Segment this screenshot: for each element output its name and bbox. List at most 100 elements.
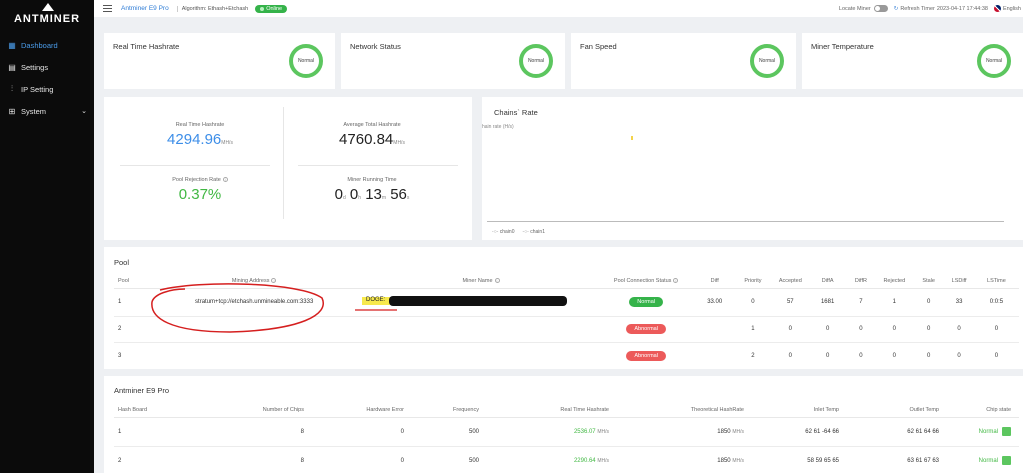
status-badge: Normal [629,297,664,307]
card-title: Real Time Hashrate [113,42,180,51]
column-header: Rejected [875,274,914,289]
runtime-seconds: 56 [390,186,407,203]
cell-priority: 1 [734,316,772,343]
hashrate-value: 2290.64 [573,457,596,464]
column-header: Hash Board [114,403,174,418]
algorithm-label: Algorithm: Ethash+Etchash [176,5,248,12]
uk-flag-icon[interactable] [993,5,1001,12]
cell-realtime-hashrate: 2290.64 MH/s [479,446,609,473]
sidebar-item-label: Settings [21,62,49,72]
sidebar-item-ip-setting[interactable]: ⫶ IP Setting [0,78,94,100]
legend-item-chain1[interactable]: chain1 [522,229,545,235]
column-header-label: Mining Address [231,277,270,284]
cell-inlet-temp: 62 61 -64 66 [744,417,839,447]
stat-unit: s [406,195,410,201]
hashrate-value: 1850 [717,457,731,464]
status-badge: Abnormal [626,350,666,361]
cell-rejected: 0 [875,316,914,343]
table-row: 1 8 0 500 2536.07 MH/s 1850 MH/s 62 61 -… [114,417,1019,447]
column-header[interactable]: Miner Name ↕ [364,274,598,289]
hashrate-unit: MH/s [597,428,609,435]
stat-unit: h [358,195,362,201]
column-header-label: Miner Name [462,277,493,284]
hashrate-unit: MH/s [732,428,744,435]
card-network-status: Network Status Normal [341,33,565,89]
cell-board: 1 [114,417,174,447]
cell-diffa: 0 [809,316,847,343]
column-header: Diff [695,274,735,289]
column-header-label: Pool Connection Status [613,277,672,284]
boards-header-row: Hash Board Number of Chips Hardware Erro… [114,403,1019,418]
cell-lstime: 0:0:5 [973,288,1019,317]
chart-x-axis [487,221,1004,222]
column-header: Outlet Temp [839,403,939,418]
sidebar-item-dashboard[interactable]: ▦ Dashboard [0,34,94,56]
cell-address [143,342,364,369]
antminer-logo: ANTMINER [0,0,94,30]
stats-divider [283,107,284,219]
chip-state-icon[interactable] [1002,427,1011,436]
redaction-scribble [389,296,567,306]
table-row: 2 Abnormal 1 0 0 0 0 0 0 0 [114,316,1019,343]
cell-diff [695,342,734,369]
sliders-icon: ⫶ [11,84,13,93]
table-row: 2 8 0 500 2290.64 MH/s 1850 MH/s 58 59 6… [114,446,1019,473]
hashrate-unit: MH/s [597,457,609,464]
refresh-icon[interactable]: ↻ [894,6,899,12]
info-icon[interactable]: i [673,277,679,283]
column-header: LSTime [973,274,1019,289]
pool-header-row: Pool Mining Address ↕ Miner Name ↕ Pool Co… [114,274,1019,289]
info-icon[interactable]: i [222,177,228,182]
column-header[interactable]: Mining Address ↕ [143,274,365,289]
hashrate-unit: MH/s [732,457,744,464]
cell-theoretical-hashrate: 1850 MH/s [609,417,744,447]
column-header: Chip state [939,403,1019,418]
refresh-timer-label[interactable]: Refresh Timer [900,6,935,12]
timestamp: 2023-04-17 17:44:38 [936,5,988,12]
card-miner-temperature: Miner Temperature Normal [802,33,1023,89]
column-header: Accepted [771,274,810,289]
column-header[interactable]: Pool Connection Status i [597,274,696,289]
cell-frequency: 500 [468,457,479,464]
stat-realtime-hashrate: Real Time Hashrate 4294.96MH/s [140,122,260,148]
locate-miner-toggle[interactable] [873,5,888,12]
status-ring-label: Normal [985,58,1003,64]
cell-status: Normal [597,288,696,317]
cell-frequency: 500 [404,417,479,447]
stat-running-time: Miner Running Time 0d 0h 13m 56s [312,177,432,203]
stat-label: Real Time Hashrate [175,122,225,128]
stats-card [104,97,472,240]
legend-item-chain0[interactable]: chain0 [492,229,515,235]
language-select[interactable]: English [1003,6,1021,12]
stats-divider [120,165,270,166]
cell-priority: 2 [751,352,755,359]
cell-stale: 0 [913,316,945,343]
status-ring-label: Normal [297,58,315,64]
model-title: Antminer E9 Pro [121,5,169,12]
status-badge: Abnormal [626,324,666,334]
chip-state-icon[interactable] [1002,456,1011,466]
sort-icon[interactable]: ↕ [271,277,277,283]
column-header: Stale [913,274,945,289]
cell-pool: 1 [114,288,144,317]
cell-pool: 2 [114,316,144,343]
cell-accepted: 0 [771,316,810,343]
sidebar-item-settings[interactable]: ▤ Settings [0,56,94,78]
hashrate-value: 1850 [717,428,731,435]
status-ring-label: Normal [758,58,776,64]
cell-chip-state: Normal [939,417,1019,447]
menu-icon[interactable] [103,5,112,12]
column-header: Pool [114,274,144,289]
sort-icon[interactable]: ↕ [494,277,500,283]
cell-hw-error: 0 [304,417,404,447]
cell-chip-state: Normal [939,446,1019,473]
sidebar-item-system[interactable]: ⊞ System ⌄ [0,100,94,122]
cell-address [143,316,365,343]
cell-address: stratum+tcp://etchash.unmineable.com:333… [143,288,365,317]
top-bar: Antminer E9 Pro Algorithm: Ethash+Etchas… [94,0,1023,17]
online-dot-icon [260,6,265,11]
cell-miner [365,342,597,369]
pool-title: Pool [114,258,130,267]
cell-board: 2 [118,457,122,464]
runtime-days: 0 [334,186,343,203]
